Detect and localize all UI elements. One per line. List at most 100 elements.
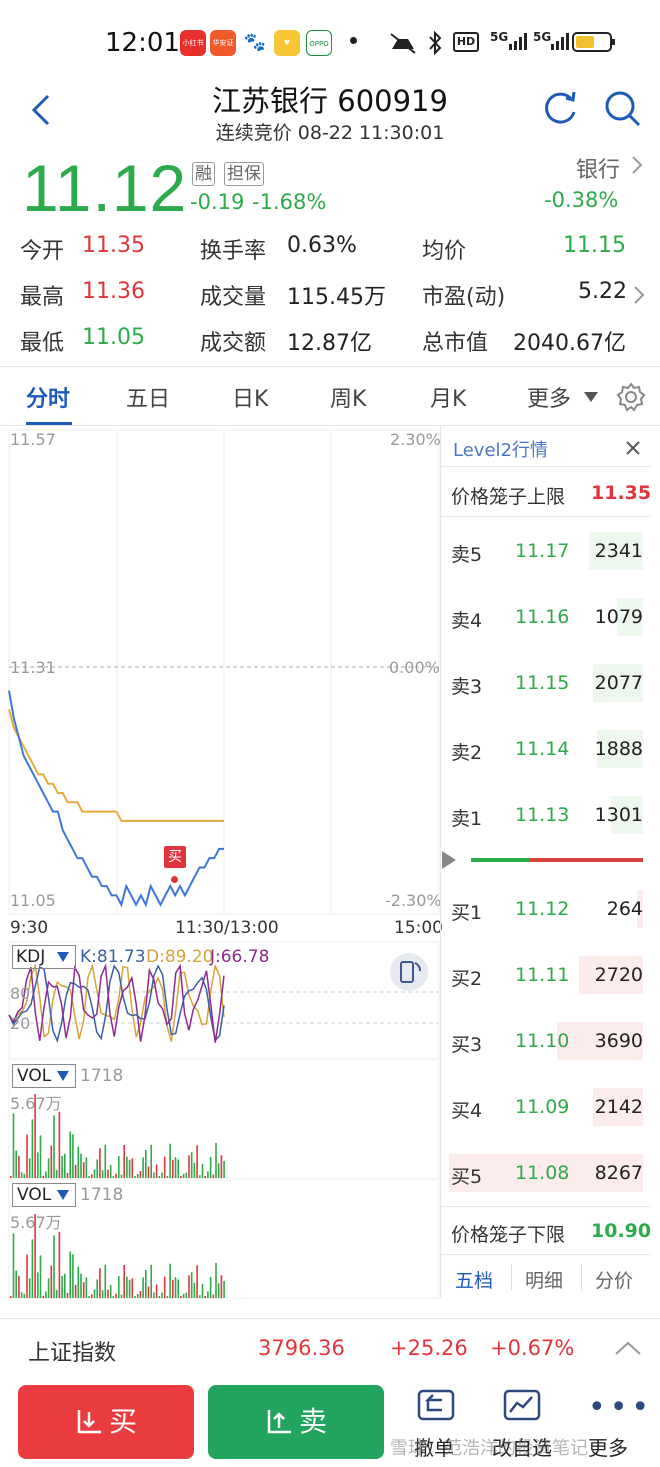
volume-bar xyxy=(188,1275,190,1298)
ask3-vol: 2077 xyxy=(594,672,643,694)
volume-bar xyxy=(85,1277,88,1298)
bid2-vol: 2720 xyxy=(594,964,643,986)
volume-bar xyxy=(47,1158,50,1178)
refresh-icon[interactable] xyxy=(540,88,580,128)
close-icon[interactable] xyxy=(625,440,641,456)
volume-bar xyxy=(39,1135,42,1178)
buy-marker[interactable]: 买 xyxy=(164,846,186,868)
pct-axis-top: 2.30% xyxy=(390,430,441,449)
tab-day-k[interactable]: 日K xyxy=(232,381,268,413)
y-axis-top: 11.57 xyxy=(10,430,56,449)
volume-bar xyxy=(74,1284,77,1298)
tab-week-k[interactable]: 周K xyxy=(330,381,366,413)
turnover-label: 换手率 xyxy=(200,239,267,264)
ask5-price[interactable]: 11.17 xyxy=(515,540,569,562)
volume-bar xyxy=(20,1172,23,1178)
volume-bar xyxy=(42,1175,44,1178)
ask2-price[interactable]: 11.14 xyxy=(515,738,569,760)
bid3-label: 买3 xyxy=(451,1034,483,1056)
x-axis-end: 15:00 xyxy=(394,918,443,938)
sell-button[interactable]: 卖 xyxy=(208,1385,384,1459)
volume-bar xyxy=(104,1144,107,1178)
edit-watchlist-icon[interactable] xyxy=(502,1388,542,1422)
tab-details[interactable]: 明细 xyxy=(525,1266,563,1293)
volume-bar xyxy=(26,1254,28,1298)
open-value: 11.35 xyxy=(82,233,145,258)
volume-bar xyxy=(166,1176,169,1178)
tab-five-levels[interactable]: 五档 xyxy=(455,1266,493,1293)
cancel-order-icon[interactable] xyxy=(416,1388,456,1422)
turnover-value: 0.63% xyxy=(287,233,357,258)
volume-bar xyxy=(101,1170,104,1178)
bid5-price[interactable]: 11.08 xyxy=(515,1162,569,1184)
vol2-value: 1718 xyxy=(80,1185,124,1205)
bid3-price[interactable]: 11.10 xyxy=(515,1030,569,1052)
current-price: 11.12 xyxy=(22,151,188,225)
volume-bar xyxy=(45,1171,47,1178)
settings-gear-icon[interactable] xyxy=(615,381,647,413)
vol1-dropdown-icon[interactable] xyxy=(56,1070,70,1082)
kdj-dropdown-icon[interactable] xyxy=(56,951,70,963)
volume-bar xyxy=(109,1165,112,1178)
ask1-price[interactable]: 11.13 xyxy=(515,804,569,826)
tab-5day[interactable]: 五日 xyxy=(126,381,170,413)
bid2-price[interactable]: 11.11 xyxy=(515,964,569,986)
volume-bar xyxy=(50,1145,53,1178)
ask3-price[interactable]: 11.15 xyxy=(515,672,569,694)
volume-bar xyxy=(96,1279,98,1298)
more-label[interactable]: 更多 xyxy=(588,1432,628,1461)
more-dots-icon[interactable]: ••• xyxy=(588,1390,653,1425)
volume-bar xyxy=(69,1251,71,1298)
volume-bar xyxy=(123,1145,125,1178)
volume-bar xyxy=(15,1270,17,1298)
bid1-price[interactable]: 11.12 xyxy=(515,898,569,920)
divider xyxy=(441,516,651,517)
volume-bar xyxy=(18,1275,20,1298)
buy-button[interactable]: 买 xyxy=(18,1385,194,1459)
volume-bar xyxy=(88,1296,90,1298)
chart-area[interactable] xyxy=(0,426,440,1302)
tab-intraday[interactable]: 分时 xyxy=(26,381,70,413)
expand-triangle-icon[interactable] xyxy=(441,850,457,870)
volume-bar xyxy=(80,1153,82,1178)
volume-bar xyxy=(215,1262,217,1298)
vol2-dropdown-icon[interactable] xyxy=(56,1189,70,1201)
volume-bar xyxy=(12,1113,15,1178)
sector-name[interactable]: 银行 xyxy=(576,152,620,184)
volume-bar xyxy=(147,1286,150,1298)
x-axis-mid: 11:30/13:00 xyxy=(175,918,279,938)
low-label: 最低 xyxy=(20,331,65,356)
volume-bar xyxy=(139,1171,142,1178)
volume-bar xyxy=(223,1160,225,1178)
search-icon[interactable] xyxy=(602,88,642,128)
ask5-vol: 2341 xyxy=(594,540,643,562)
expand-chevron-icon[interactable] xyxy=(632,284,646,306)
signal-bars-2-icon xyxy=(551,33,569,50)
chevron-up-icon[interactable] xyxy=(614,1339,642,1357)
volume-bar xyxy=(169,1143,171,1178)
chevron-right-icon[interactable] xyxy=(630,154,644,176)
tab-price-distribution[interactable]: 分价 xyxy=(595,1266,633,1293)
volume-bar xyxy=(120,1294,123,1298)
volume-bar xyxy=(188,1155,190,1178)
rotate-screen-button[interactable] xyxy=(390,953,428,991)
index-bar[interactable]: 上证指数 3796.36 +25.26 +0.67% xyxy=(0,1318,660,1378)
volume-bar xyxy=(209,1157,212,1178)
ask4-price[interactable]: 11.16 xyxy=(515,606,569,628)
volume-bar xyxy=(199,1175,201,1178)
bid3-vol: 3690 xyxy=(594,1030,643,1052)
low-value: 11.05 xyxy=(82,325,145,350)
volume-bar xyxy=(190,1152,193,1178)
sell-label: 卖 xyxy=(298,1405,327,1438)
volume-bar xyxy=(12,1233,15,1298)
ask4-vol: 1079 xyxy=(594,606,643,628)
tab-month-k[interactable]: 月K xyxy=(430,381,466,413)
divider xyxy=(441,1254,651,1255)
volume-bar xyxy=(82,1162,85,1178)
volume-bar xyxy=(10,1296,12,1298)
volume-bar xyxy=(177,1279,179,1298)
tab-more[interactable]: 更多 xyxy=(527,381,571,413)
dropdown-triangle-icon[interactable] xyxy=(583,391,599,403)
bid4-price[interactable]: 11.09 xyxy=(515,1096,569,1118)
bid1-label: 买1 xyxy=(451,902,483,924)
